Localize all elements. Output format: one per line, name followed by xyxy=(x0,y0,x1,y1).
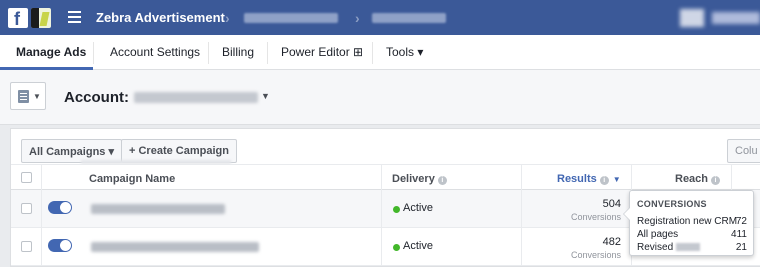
chevron-right-icon: › xyxy=(355,10,360,26)
column-header-delivery[interactable]: Delivery i xyxy=(392,173,447,185)
columns-button[interactable]: Colu xyxy=(727,139,760,163)
campaign-name-redacted[interactable] xyxy=(91,204,225,214)
info-icon[interactable]: i xyxy=(437,176,447,185)
column-divider xyxy=(631,165,632,191)
breadcrumb-redacted-item[interactable] xyxy=(244,13,338,23)
conversions-tooltip: CONVERSIONS Registration new CRM 72 All … xyxy=(623,190,754,256)
column-divider xyxy=(731,165,732,191)
result-type: Conversions xyxy=(570,212,621,222)
column-divider xyxy=(381,165,382,191)
column-divider xyxy=(41,228,42,266)
row-checkbox[interactable] xyxy=(21,241,32,252)
tooltip-line-label: Registration new CRM xyxy=(637,216,738,227)
info-icon[interactable]: i xyxy=(711,176,721,185)
facebook-f-icon[interactable]: f xyxy=(8,8,28,29)
tooltip-line: Registration new CRM 72 xyxy=(637,216,747,227)
row-checkbox[interactable] xyxy=(21,203,32,214)
results-header-label: Results xyxy=(557,173,597,185)
profile-avatar[interactable] xyxy=(680,9,704,27)
select-all-checkbox[interactable] xyxy=(21,172,32,183)
tab-billing[interactable]: Billing xyxy=(222,45,254,59)
sort-descending-icon: ▼ xyxy=(612,175,621,184)
delivery-status: Active xyxy=(403,202,433,214)
account-label: Account: xyxy=(64,89,129,106)
column-header-campaign-name[interactable]: Campaign Name xyxy=(89,173,175,185)
tab-tools[interactable]: Tools ▾ xyxy=(386,45,423,59)
column-divider xyxy=(41,165,42,191)
column-divider xyxy=(521,228,522,266)
tooltip-heading: CONVERSIONS xyxy=(637,199,707,209)
profile-name-redacted[interactable] xyxy=(712,12,760,24)
tooltip-line-value: 72 xyxy=(735,216,747,227)
result-type: Conversions xyxy=(570,250,621,260)
reach-header-label: Reach xyxy=(675,173,709,185)
column-divider xyxy=(381,228,382,266)
tooltip-line-value: 21 xyxy=(735,242,747,253)
tooltip-line-value: 411 xyxy=(731,229,747,240)
breadcrumb-redacted-item[interactable] xyxy=(372,13,446,23)
table-header: Campaign Name Delivery i Results i ▼ Reach i xyxy=(11,164,760,191)
tooltip-line-label: All pages xyxy=(637,229,679,240)
active-status-dot xyxy=(393,206,400,213)
tooltip-line: Revised 21 xyxy=(637,242,747,253)
account-menu-button[interactable]: ▼ xyxy=(10,82,46,110)
result-value: 504 xyxy=(602,198,621,210)
document-icon xyxy=(18,90,29,103)
breadcrumb-business-title[interactable]: Zebra Advertisement xyxy=(96,10,225,25)
column-divider xyxy=(521,165,522,191)
result-value: 482 xyxy=(602,236,621,248)
tab-account-settings[interactable]: Account Settings xyxy=(110,45,200,59)
tab-bar: Manage Ads Account Settings Billing Powe… xyxy=(0,35,760,70)
column-header-results[interactable]: Results i ▼ xyxy=(557,173,621,185)
caret-down-icon: ▼ xyxy=(33,92,41,101)
delivery-status: Active xyxy=(403,240,433,252)
account-header: ▼ Account: ▼ xyxy=(0,70,760,125)
account-name-redacted[interactable] xyxy=(134,92,258,103)
campaign-name-redacted[interactable] xyxy=(91,242,259,252)
app-thumbnail-icon[interactable] xyxy=(31,8,51,28)
info-icon[interactable]: i xyxy=(599,176,609,185)
tab-manage-ads[interactable]: Manage Ads xyxy=(16,45,86,59)
tab-divider xyxy=(208,42,209,64)
tab-divider xyxy=(267,42,268,64)
tooltip-line: All pages 411 xyxy=(637,229,747,240)
active-status-dot xyxy=(393,244,400,251)
top-navigation-bar: f Zebra Advertisement › › xyxy=(0,0,760,35)
tab-power-editor[interactable]: Power Editor ⊞ xyxy=(281,45,363,59)
tab-divider xyxy=(372,42,373,64)
tooltip-line-label: Revised xyxy=(637,242,674,253)
column-divider xyxy=(41,190,42,228)
campaign-toggle[interactable] xyxy=(48,201,72,214)
column-divider xyxy=(521,190,522,228)
column-header-reach[interactable]: Reach i xyxy=(675,173,721,185)
campaign-toggle[interactable] xyxy=(48,239,72,252)
tab-divider xyxy=(93,42,94,64)
hamburger-icon[interactable] xyxy=(68,11,81,23)
account-dropdown-caret-icon[interactable]: ▼ xyxy=(261,91,270,101)
chevron-right-icon: › xyxy=(225,10,230,26)
column-divider xyxy=(381,190,382,228)
tooltip-label-redacted xyxy=(676,243,701,251)
delivery-header-label: Delivery xyxy=(392,173,435,185)
